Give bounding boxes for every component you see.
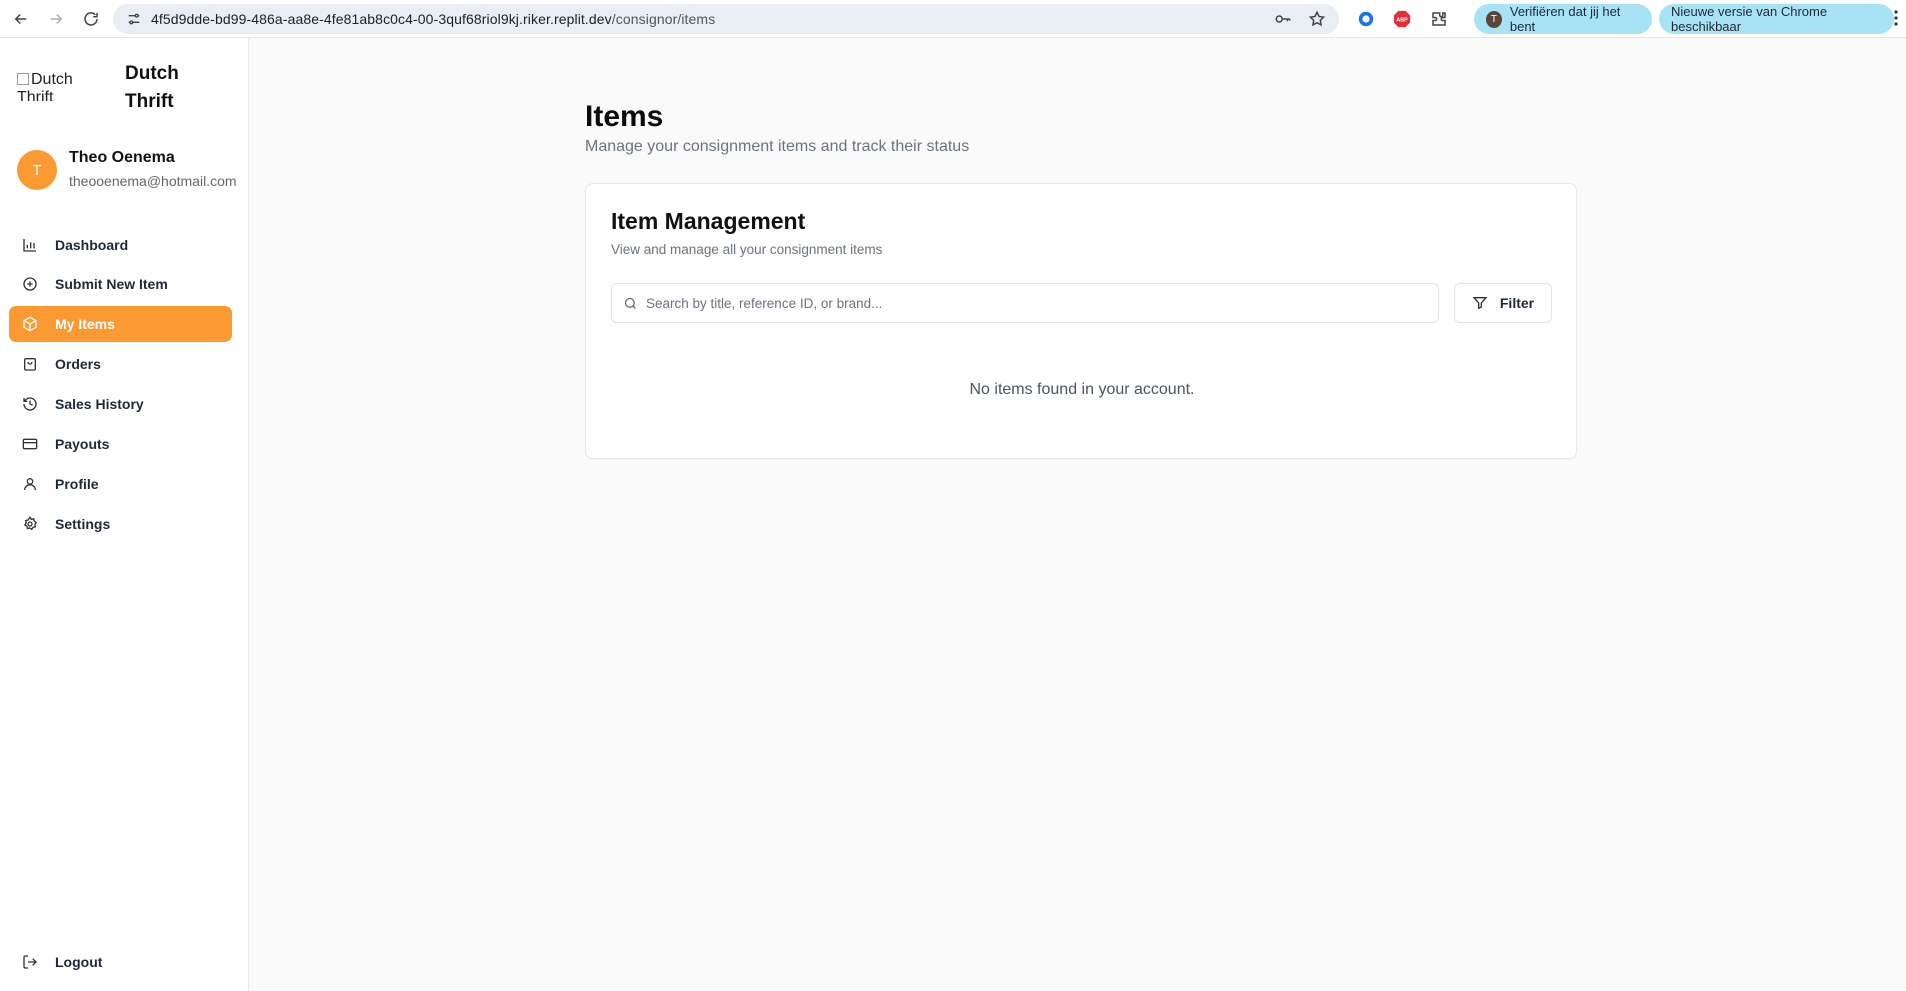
sidebar-item-label: Payouts xyxy=(55,436,110,452)
site-settings-icon[interactable] xyxy=(125,10,143,28)
back-icon[interactable] xyxy=(7,5,35,33)
sidebar-item-sales-history[interactable]: Sales History xyxy=(9,386,232,422)
verify-pill-label: Verifiëren dat jij het bent xyxy=(1509,4,1621,34)
page-subtitle: Manage your consignment items and track … xyxy=(585,138,970,155)
page-title: Items xyxy=(585,100,664,133)
search-icon xyxy=(623,295,639,311)
logout-button[interactable]: Logout xyxy=(9,944,232,980)
verify-identity-pill[interactable]: T Verifiëren dat jij het bent xyxy=(1474,4,1652,34)
sidebar-item-label: Sales History xyxy=(55,396,144,412)
sidebar-item-dashboard[interactable]: Dashboard xyxy=(9,227,232,263)
logo-image[interactable]: Dutch Thrift xyxy=(17,71,81,101)
sidebar-item-payouts[interactable]: Payouts xyxy=(9,426,232,462)
user-avatar: T xyxy=(17,150,57,190)
sidebar-item-label: Settings xyxy=(55,516,111,532)
user-icon xyxy=(21,475,39,493)
sidebar-item-submit-new-item[interactable]: Submit New Item xyxy=(9,266,232,302)
search-input[interactable] xyxy=(646,295,1426,311)
update-pill-label: Nieuwe versie van Chrome beschikbaar xyxy=(1671,4,1828,34)
sidebar-item-my-items[interactable]: My Items xyxy=(9,306,232,342)
sidebar-item-profile[interactable]: Profile xyxy=(9,466,232,502)
logout-label: Logout xyxy=(55,954,103,970)
package-icon xyxy=(21,315,39,333)
bar-chart-icon xyxy=(21,236,39,254)
sidebar-item-settings[interactable]: Settings xyxy=(9,506,232,542)
gear-icon xyxy=(21,515,39,533)
url-text: 4f5d9dde-bd99-486a-aa8e-4fe81ab8c0c4-00-… xyxy=(151,11,716,27)
plus-circle-icon xyxy=(21,275,39,293)
sidebar-item-orders[interactable]: Orders xyxy=(9,346,232,382)
sidebar-item-label: My Items xyxy=(55,316,115,332)
user-name: Theo Oenema xyxy=(69,149,175,166)
browser-toolbar: 4f5d9dde-bd99-486a-aa8e-4fe81ab8c0c4-00-… xyxy=(0,0,1906,38)
history-icon xyxy=(21,395,39,413)
sidebar: Dutch Thrift Dutch Thrift T Theo Oenema … xyxy=(0,38,249,991)
sidebar-item-label: Submit New Item xyxy=(55,276,168,292)
bookmark-star-icon[interactable] xyxy=(1307,9,1327,29)
brand-name[interactable]: Dutch Thrift xyxy=(125,60,215,116)
search-field[interactable] xyxy=(611,283,1439,323)
credit-card-icon xyxy=(21,435,39,453)
broken-image-icon xyxy=(17,73,29,85)
password-key-icon[interactable] xyxy=(1273,9,1293,29)
extensions-puzzle-icon[interactable] xyxy=(1429,9,1449,29)
user-email: theooenema@hotmail.com xyxy=(69,173,237,189)
filter-label: Filter xyxy=(1499,295,1535,311)
reload-icon[interactable] xyxy=(77,5,105,33)
profile-avatar: T xyxy=(1486,10,1502,28)
brand-line-1: Dutch xyxy=(125,63,179,84)
extension-circle-icon[interactable] xyxy=(1356,9,1376,29)
filter-button[interactable]: Filter xyxy=(1454,283,1552,323)
chrome-update-pill[interactable]: Nieuwe versie van Chrome beschikbaar xyxy=(1659,4,1894,34)
brand-line-2: Thrift xyxy=(125,91,174,112)
adblock-label: ABP xyxy=(1396,18,1408,24)
item-management-card: Item Management View and manage all your… xyxy=(585,183,1577,459)
card-title: Item Management xyxy=(611,208,806,234)
sidebar-item-label: Orders xyxy=(55,356,101,372)
adblock-icon[interactable]: ABP xyxy=(1392,9,1412,29)
shopping-bag-icon xyxy=(21,355,39,373)
filter-icon xyxy=(1472,295,1488,311)
empty-state-message: No items found in your account. xyxy=(969,381,1195,398)
logout-icon xyxy=(21,953,39,971)
sidebar-item-label: Dashboard xyxy=(55,237,129,253)
forward-icon[interactable] xyxy=(42,5,70,33)
card-subtitle: View and manage all your consignment ite… xyxy=(611,242,883,257)
chrome-menu-icon[interactable] xyxy=(1894,10,1898,31)
address-bar[interactable]: 4f5d9dde-bd99-486a-aa8e-4fe81ab8c0c4-00-… xyxy=(113,4,1339,34)
sidebar-item-label: Profile xyxy=(55,476,99,492)
